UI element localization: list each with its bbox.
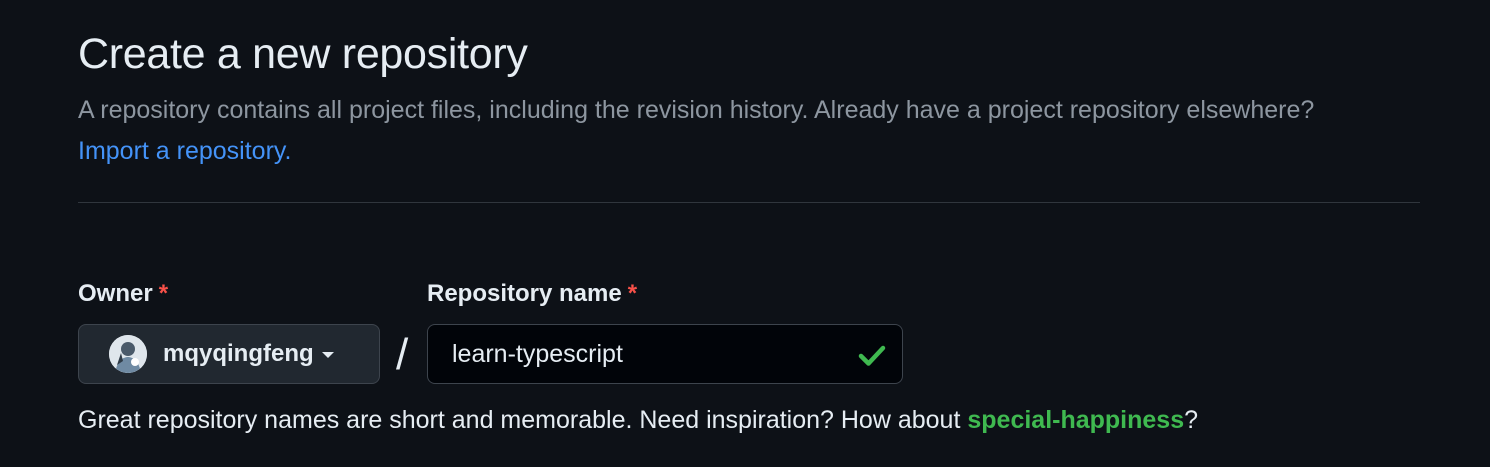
owner-repo-separator: / — [396, 330, 409, 379]
repository-name-label: Repository name * — [427, 280, 637, 308]
owner-select[interactable]: mqyqingfeng — [78, 324, 380, 384]
repository-name-input[interactable] — [428, 325, 902, 383]
chevron-down-icon — [321, 352, 334, 358]
owner-required-marker: * — [158, 280, 169, 307]
repository-name-label-text: Repository name — [427, 280, 622, 307]
avatar-image — [109, 335, 147, 373]
import-repository-link[interactable]: Import a repository. — [78, 137, 292, 165]
page-title: Create a new repository — [78, 30, 528, 78]
section-divider — [78, 202, 1420, 203]
suggested-name-link[interactable]: special-happiness — [967, 406, 1184, 434]
owner-name: mqyqingfeng — [163, 340, 314, 367]
hint-text: Great repository names are short and mem… — [78, 406, 961, 434]
hint-suffix: ? — [1184, 406, 1199, 434]
description-text: A repository contains all project files,… — [78, 96, 1315, 124]
page-description: A repository contains all project files,… — [78, 90, 1378, 172]
repository-name-required-marker: * — [627, 280, 638, 307]
owner-label-text: Owner — [78, 280, 153, 307]
repository-name-hint: Great repository names are short and mem… — [78, 406, 1198, 435]
owner-label: Owner * — [78, 280, 168, 308]
check-icon — [858, 345, 886, 366]
repository-name-field — [427, 324, 903, 384]
owner-avatar — [109, 335, 147, 373]
